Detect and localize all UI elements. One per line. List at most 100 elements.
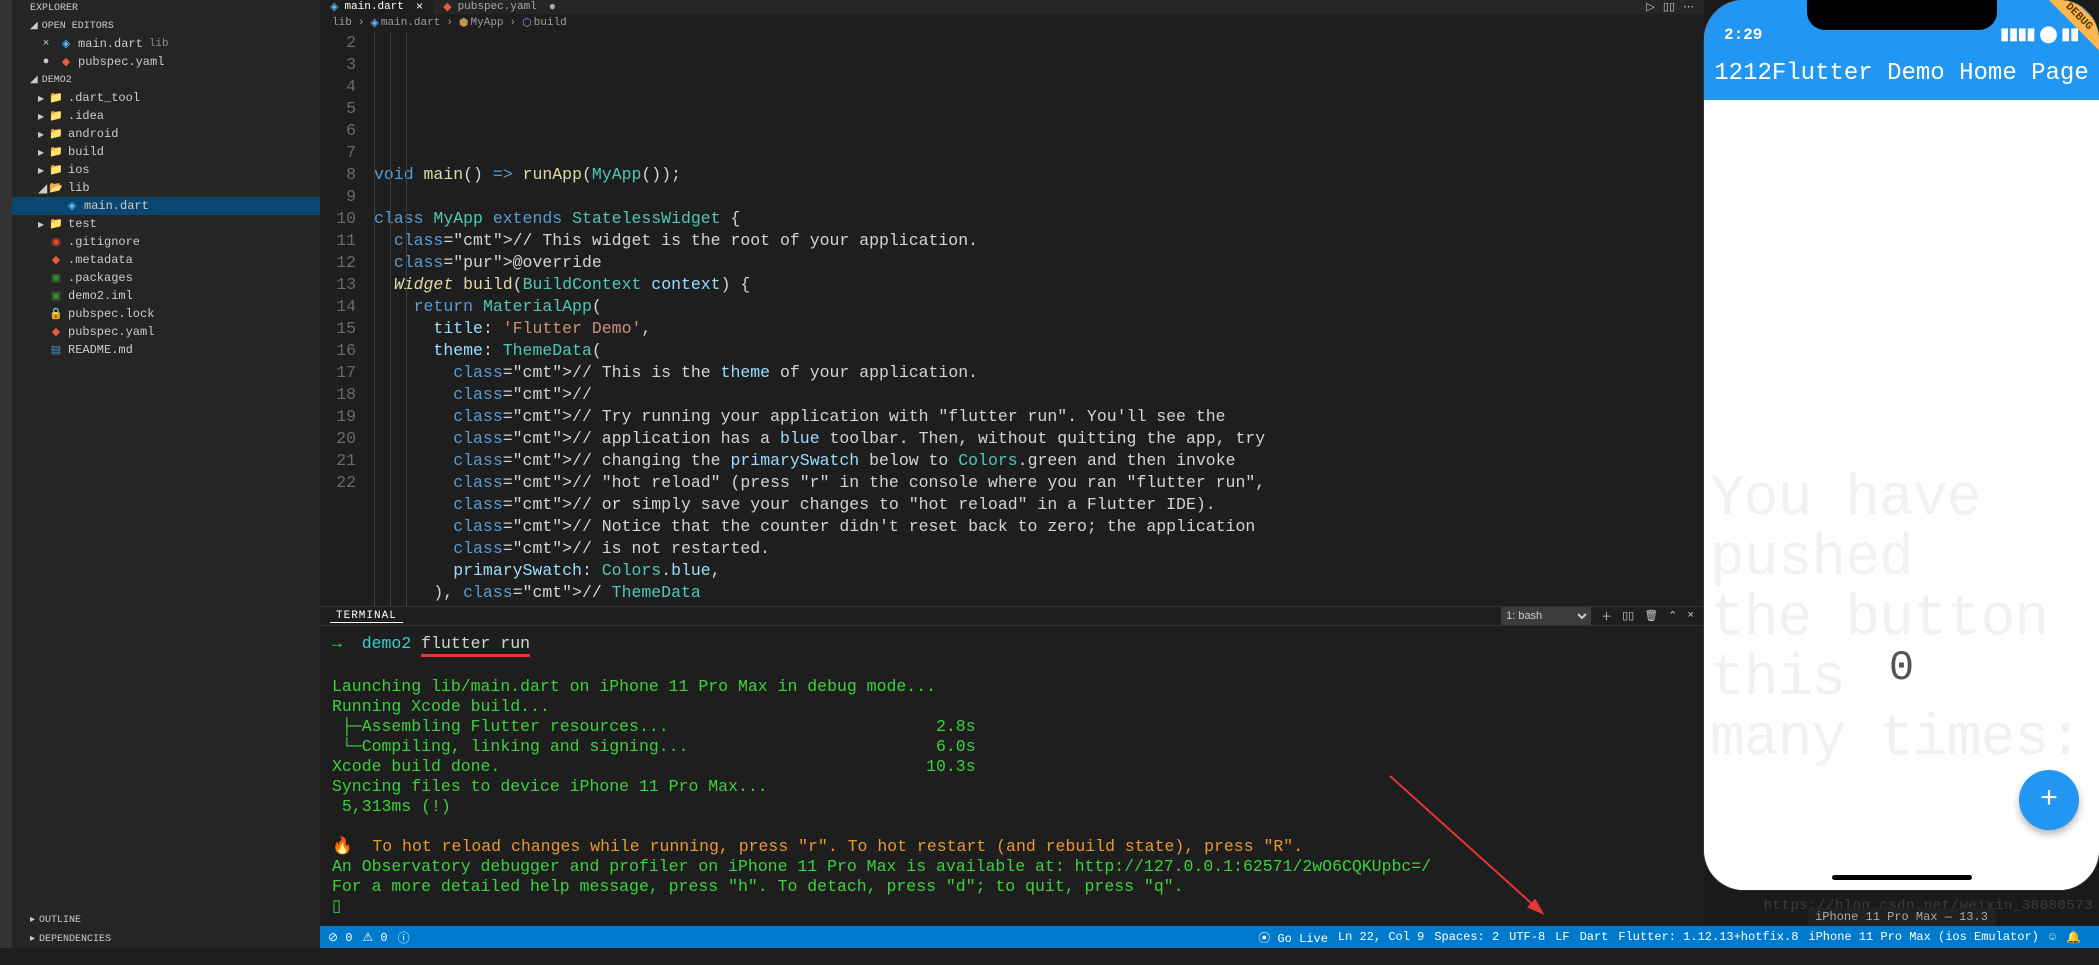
tree-item-label: android bbox=[68, 127, 118, 141]
pkg-file-icon: ▣ bbox=[48, 271, 64, 285]
editor-area: ◈ main.dart × ◆ pubspec.yaml ● ▷ ▯▯ ⋯ li… bbox=[320, 0, 1704, 926]
breadcrumb[interactable]: lib› ◈ main.dart› ⬢ MyApp› ⬡ build bbox=[320, 14, 1704, 32]
home-indicator[interactable] bbox=[1832, 875, 1972, 880]
tree-folder[interactable]: ▸📁 .idea bbox=[12, 107, 320, 125]
tree-item-label: pubspec.yaml bbox=[68, 325, 154, 339]
open-editor-item[interactable]: ● ◆ pubspec.yaml bbox=[12, 53, 320, 71]
breadcrumb-item[interactable]: MyApp bbox=[471, 17, 504, 29]
terminal-output[interactable]: → demo2 flutter run Launching lib/main.d… bbox=[320, 626, 1704, 965]
tree-item-label: lib bbox=[68, 181, 90, 195]
tree-item-label: demo2.iml bbox=[68, 289, 133, 303]
open-editor-item[interactable]: × ◈ main.dart lib bbox=[12, 35, 320, 53]
breadcrumb-item[interactable]: main.dart bbox=[381, 17, 440, 29]
yaml-file-icon: ◆ bbox=[443, 0, 451, 14]
tab-pubspec-yaml[interactable]: ◆ pubspec.yaml ● bbox=[433, 0, 566, 14]
split-terminal-icon[interactable]: ▯▯ bbox=[1622, 609, 1634, 623]
tree-folder[interactable]: ▸📁ios bbox=[12, 161, 320, 179]
folder-icon: 📂 bbox=[48, 181, 64, 195]
open-editor-name: main.dart bbox=[78, 37, 143, 51]
terminal-tab[interactable]: TERMINAL bbox=[330, 610, 403, 623]
chevron-icon[interactable]: ▸ bbox=[38, 127, 48, 142]
dirty-indicator: ● bbox=[38, 56, 54, 68]
floating-action-button[interactable]: + bbox=[2019, 770, 2079, 830]
tree-file[interactable]: ◉ .gitignore bbox=[12, 233, 320, 251]
phone-frame: 2:29 ▮▮▮▮ ⬤ ▮▮ DEBUG 1212Flutter Demo Ho… bbox=[1704, 0, 2099, 890]
app-bar-title: 1212Flutter Demo Home Page bbox=[1714, 60, 2088, 87]
tab-main-dart[interactable]: ◈ main.dart × bbox=[320, 0, 433, 14]
status-time: 2:29 bbox=[1724, 26, 1762, 44]
counter-value: 0 bbox=[1889, 644, 1914, 692]
tree-file[interactable]: 🔒pubspec.lock bbox=[12, 305, 320, 323]
minimap[interactable] bbox=[1696, 32, 1704, 606]
tree-file[interactable]: ▣ demo2.iml bbox=[12, 287, 320, 305]
plus-icon: + bbox=[2040, 783, 2058, 817]
tree-item-label: .metadata bbox=[68, 253, 133, 267]
split-editor-icon[interactable]: ▯▯ bbox=[1663, 0, 1675, 14]
folder-icon: 📁 bbox=[48, 145, 64, 159]
tree-folder[interactable]: ▸📁build bbox=[12, 143, 320, 161]
status-icons: ▮▮▮▮ ⬤ ▮▮ bbox=[2000, 24, 2079, 44]
run-icon[interactable]: ▷ bbox=[1646, 0, 1654, 14]
outline-header[interactable]: ▸OUTLINE bbox=[12, 910, 320, 929]
tree-item-label: .idea bbox=[68, 109, 104, 123]
tree-file[interactable]: ▤README.md bbox=[12, 341, 320, 359]
tree-item-label: test bbox=[68, 217, 97, 231]
folder-icon: 📁 bbox=[48, 163, 64, 177]
wifi-icon: ⬤ bbox=[2039, 24, 2057, 44]
dependencies-header[interactable]: ▸DEPENDENCIES bbox=[12, 929, 320, 948]
chevron-icon[interactable]: ▸ bbox=[38, 145, 48, 160]
app-body: You have pushed the button this many tim… bbox=[1704, 100, 2099, 890]
tree-folder[interactable]: ▸📁.dart_tool bbox=[12, 89, 320, 107]
git-file-icon: ◉ bbox=[48, 235, 64, 249]
simulator-device-label: iPhone 11 Pro Max — 13.3 bbox=[1807, 908, 1996, 926]
md-file-icon: ▤ bbox=[48, 343, 64, 357]
tree-file[interactable]: ◆ .metadata bbox=[12, 251, 320, 269]
activity-bar[interactable] bbox=[0, 0, 12, 948]
chevron-icon[interactable]: ▸ bbox=[38, 217, 48, 232]
code-editor[interactable]: 2345678910111213141516171819202122 void … bbox=[320, 32, 1704, 606]
more-icon[interactable]: ⋯ bbox=[1683, 0, 1694, 14]
tree-file[interactable]: ◈main.dart bbox=[12, 197, 320, 215]
chevron-icon[interactable]: ◢ bbox=[38, 181, 48, 196]
panel-tabs: TERMINAL 1: bash ＋ ▯▯ 🗑 ⌃ × bbox=[320, 607, 1704, 626]
dart-file-icon: ◈ bbox=[330, 0, 338, 14]
close-panel-icon[interactable]: × bbox=[1687, 610, 1694, 622]
chevron-icon[interactable]: ▸ bbox=[38, 109, 48, 124]
lock-file-icon: 🔒 bbox=[48, 307, 64, 321]
yaml-file-icon: ◆ bbox=[48, 325, 64, 339]
close-icon[interactable]: × bbox=[416, 0, 423, 14]
folder-icon: 📁 bbox=[48, 109, 64, 123]
annotation-arrow bbox=[1370, 756, 1590, 956]
chevron-icon[interactable]: ▸ bbox=[38, 91, 48, 106]
open-editors-header[interactable]: ◢OPEN EDITORS bbox=[12, 17, 320, 35]
status-bell-icon[interactable]: 🔔 bbox=[2066, 930, 2081, 945]
body-text: You have pushed the button this many tim… bbox=[1710, 470, 2099, 770]
terminal-panel: TERMINAL 1: bash ＋ ▯▯ 🗑 ⌃ × → demo2 flut… bbox=[320, 606, 1704, 926]
tree-file[interactable]: ◆ pubspec.yaml bbox=[12, 323, 320, 341]
status-feedback-icon[interactable]: ☺ bbox=[2049, 930, 2056, 944]
line-gutter: 2345678910111213141516171819202122 bbox=[320, 32, 370, 606]
explorer-sidebar: EXPLORER ◢OPEN EDITORS × ◈ main.dart lib… bbox=[12, 0, 320, 948]
pkg-file-icon: ▣ bbox=[48, 289, 64, 303]
dart-file-icon: ◈ bbox=[58, 37, 74, 51]
breadcrumb-item[interactable]: lib bbox=[332, 17, 352, 29]
new-terminal-icon[interactable]: ＋ bbox=[1601, 608, 1612, 624]
tree-file[interactable]: ▣.packages bbox=[12, 269, 320, 287]
signal-icon: ▮▮▮▮ bbox=[2000, 24, 2035, 44]
tree-item-label: .gitignore bbox=[68, 235, 140, 249]
tree-folder[interactable]: ▸📁test bbox=[12, 215, 320, 233]
kill-terminal-icon[interactable]: 🗑 bbox=[1644, 609, 1658, 623]
yaml-file-icon: ◆ bbox=[58, 55, 74, 69]
terminal-shell-select[interactable]: 1: bash bbox=[1501, 607, 1591, 625]
maximize-panel-icon[interactable]: ⌃ bbox=[1668, 609, 1677, 623]
yaml-file-icon: ◆ bbox=[48, 253, 64, 267]
project-header[interactable]: ◢DEMO2 bbox=[12, 71, 320, 89]
code-content[interactable]: void main() => runApp(MyApp());class MyA… bbox=[370, 32, 1704, 606]
tree-folder[interactable]: ▸📁android bbox=[12, 125, 320, 143]
tree-folder[interactable]: ◢📂 lib bbox=[12, 179, 320, 197]
ios-simulator: 2:29 ▮▮▮▮ ⬤ ▮▮ DEBUG 1212Flutter Demo Ho… bbox=[1704, 0, 2099, 926]
chevron-icon[interactable]: ▸ bbox=[38, 163, 48, 178]
breadcrumb-item[interactable]: build bbox=[534, 17, 567, 29]
close-icon[interactable]: × bbox=[38, 38, 54, 50]
status-device[interactable]: iPhone 11 Pro Max (ios Emulator) bbox=[1808, 930, 2038, 944]
